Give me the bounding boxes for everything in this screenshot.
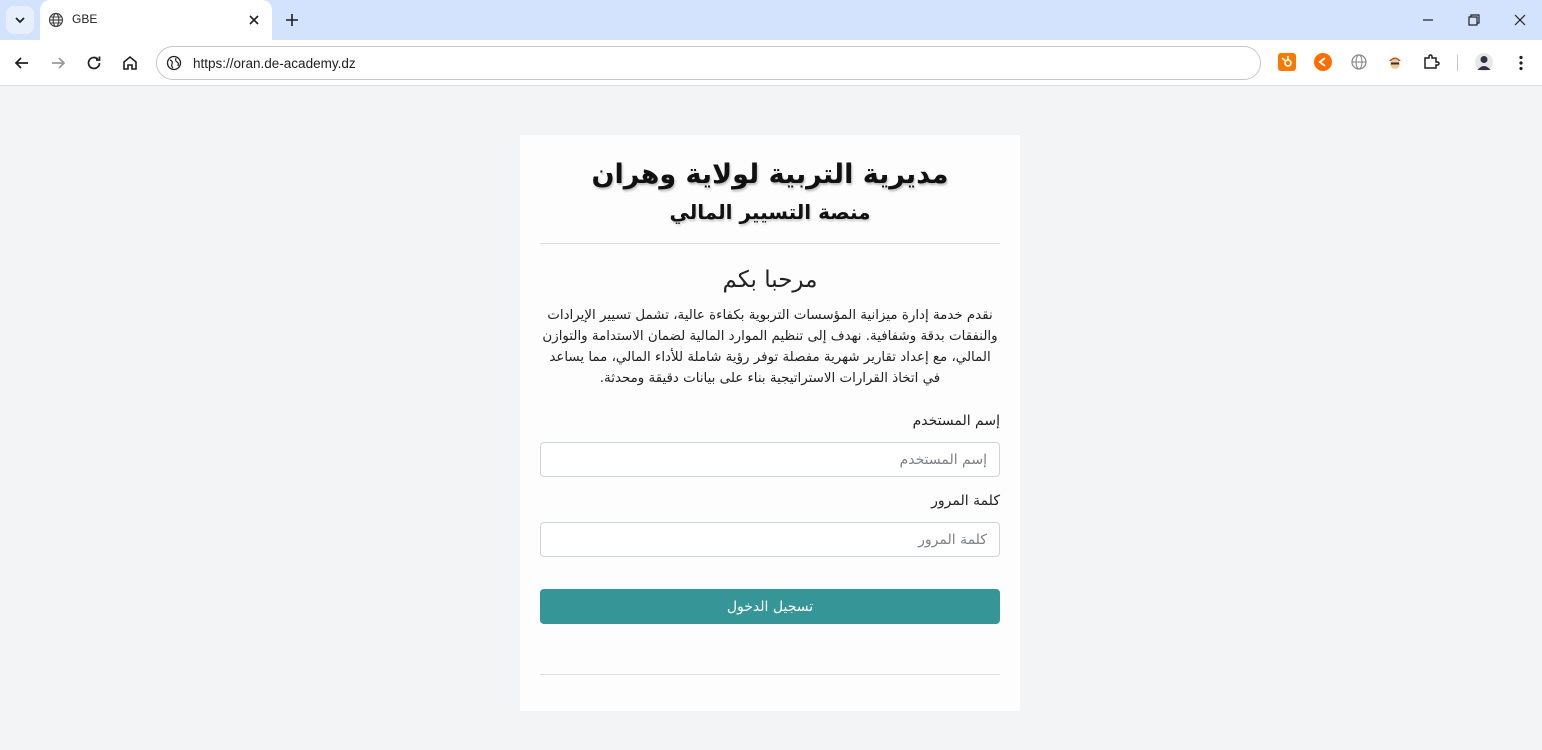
divider — [540, 674, 1000, 675]
reload-button[interactable] — [84, 53, 104, 73]
browser-toolbar: https://oran.de-academy.dz — [0, 40, 1542, 86]
tab-search-button[interactable] — [6, 6, 34, 34]
password-label: كلمة المرور — [931, 493, 1000, 509]
extensions-button[interactable] — [1422, 53, 1440, 71]
login-button[interactable]: تسجيل الدخول — [540, 589, 1000, 624]
address-bar[interactable]: https://oran.de-academy.dz — [156, 46, 1261, 80]
restore-icon[interactable] — [1464, 10, 1484, 30]
arrow-right-icon — [52, 57, 66, 69]
divider — [540, 243, 1000, 244]
profile-button[interactable] — [1475, 53, 1493, 71]
home-icon — [123, 55, 137, 70]
page-subtitle: منصة التسيير المالي — [669, 200, 871, 224]
close-icon[interactable] — [246, 12, 262, 28]
service-description: نقدم خدمة إدارة ميزانية المؤسسات التربوي… — [542, 308, 998, 386]
page-title: مديرية التربية لولاية وهران — [591, 159, 949, 190]
browser-tab[interactable]: GBE — [40, 0, 272, 40]
puzzle-icon — [1424, 54, 1440, 69]
forward-button[interactable] — [48, 53, 68, 73]
globe-grid-icon — [1351, 54, 1367, 70]
hubspot-icon — [1281, 56, 1292, 67]
menu-button[interactable] — [1511, 53, 1531, 73]
arrow-left-icon — [14, 57, 28, 69]
more-vert-icon — [1519, 55, 1523, 71]
new-tab-icon[interactable] — [282, 10, 302, 30]
avatar-icon — [1477, 56, 1491, 70]
window-close-icon[interactable] — [1510, 10, 1530, 30]
tab-strip: GBE — [0, 0, 1542, 40]
globe-icon — [48, 12, 64, 28]
welcome-heading: مرحبا بكم — [722, 267, 818, 293]
username-input[interactable] — [540, 442, 1000, 477]
extension-orange-icon[interactable] — [1314, 53, 1332, 71]
extension-hubspot-icon[interactable] — [1278, 53, 1296, 71]
home-button[interactable] — [120, 53, 140, 73]
password-input[interactable] — [540, 522, 1000, 557]
extension-globe-icon[interactable] — [1350, 53, 1368, 71]
toolbar-separator — [1457, 55, 1458, 71]
back-button[interactable] — [12, 53, 32, 73]
reload-icon — [87, 56, 101, 70]
extension-face-icon[interactable] — [1386, 53, 1404, 71]
face-icon — [1389, 57, 1401, 69]
login-card: مديرية التربية لولاية وهران منصة التسيير… — [520, 135, 1020, 711]
chevron-down-icon — [15, 17, 25, 24]
url-text: https://oran.de-academy.dz — [193, 56, 356, 71]
minimize-icon[interactable] — [1418, 10, 1438, 30]
username-label: إسم المستخدم — [912, 413, 1000, 429]
tab-title: GBE — [72, 12, 98, 26]
site-info-icon[interactable] — [166, 55, 182, 71]
arrow-icon — [1318, 57, 1326, 67]
